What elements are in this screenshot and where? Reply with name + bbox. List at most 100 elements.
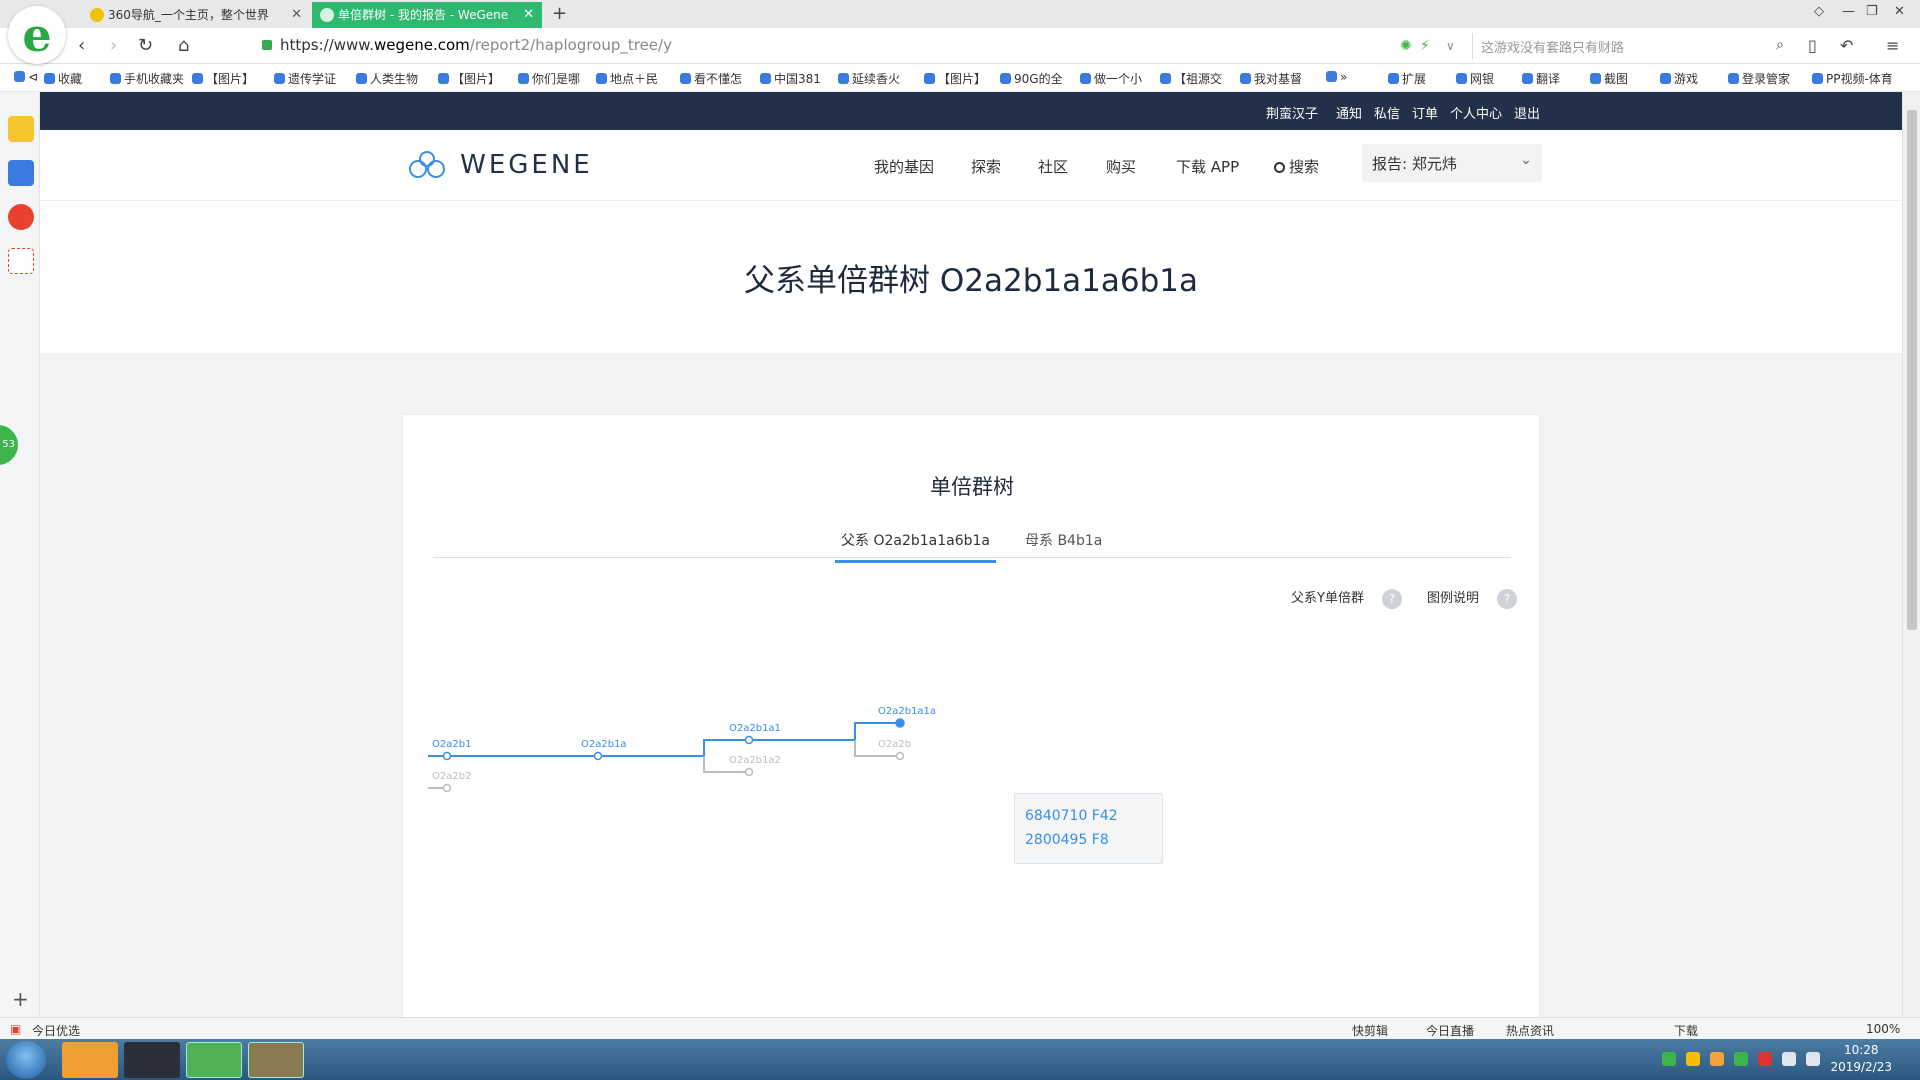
bookmark-item[interactable]: 看不懂怎 [680, 70, 742, 87]
search-input[interactable]: 这游戏没有套路只有财路 ⌕ [1472, 33, 1790, 59]
tree-node[interactable] [744, 735, 754, 745]
bookmark-item[interactable]: 做一个小 [1080, 70, 1142, 87]
skin-icon[interactable]: ◇ [1814, 4, 1824, 19]
bookmark-item[interactable]: 【图片】 [192, 70, 254, 87]
home-icon[interactable]: ⌂ [178, 34, 189, 58]
bookmark-item[interactable]: 【祖源交 [1160, 70, 1222, 87]
chevron-down-icon[interactable]: ∨ [1446, 34, 1455, 58]
login-manager[interactable]: 登录管家 [1728, 70, 1790, 87]
daily-picks-link[interactable]: 今日优选 [32, 1022, 80, 1039]
minimize-icon[interactable]: — [1842, 4, 1855, 19]
search-icon[interactable]: ⌕ [1776, 37, 1784, 53]
tray-alert-icon[interactable] [1758, 1052, 1772, 1066]
undo-icon[interactable]: ↶ [1840, 34, 1853, 58]
bookmark-icon[interactable]: ▯ [1808, 34, 1817, 58]
star-icon[interactable] [8, 116, 34, 142]
nav-download-app[interactable]: 下载 APP [1176, 156, 1239, 177]
tree-node-label[interactable]: O2a2b [878, 739, 911, 750]
tray-volume-icon[interactable] [1806, 1052, 1820, 1066]
tree-node-label[interactable]: O2a2b2 [432, 771, 471, 782]
tree-node-label[interactable]: O2a2b1a1a [878, 706, 936, 717]
notifications-link[interactable]: 通知 [1336, 103, 1362, 122]
username-link[interactable]: 荆蛮汉子 [1266, 103, 1318, 122]
tree-node-label[interactable]: O2a2b1 [432, 739, 471, 750]
side-badge[interactable]: 53 [0, 425, 18, 465]
close-icon[interactable]: ✕ [291, 2, 302, 28]
add-icon[interactable]: + [12, 987, 29, 1011]
tab-wegene-report[interactable]: 单倍群树 - 我的报告 - WeGene ✕ [312, 2, 542, 28]
logout-link[interactable]: 退出 [1514, 103, 1540, 122]
live-link[interactable]: 今日直播 [1426, 1022, 1474, 1039]
bookmark-item[interactable]: 收藏 [44, 70, 82, 87]
close-window-icon[interactable]: ✕ [1894, 4, 1905, 19]
wegene-logo[interactable]: WEGENE [406, 150, 593, 180]
tray-360-icon[interactable] [1662, 1052, 1676, 1066]
bookmark-item[interactable]: 人类生物 [356, 70, 418, 87]
reload-icon[interactable]: ↻ [138, 34, 153, 58]
tab-360-navigation[interactable]: 360导航_一个主页，整个世界 ✕ [82, 2, 310, 28]
tray-network-icon[interactable] [1782, 1052, 1796, 1066]
profile-link[interactable]: 个人中心 [1450, 103, 1502, 122]
bookmark-item[interactable]: 【图片】 [924, 70, 986, 87]
lightning-icon[interactable]: ⚡ [1420, 34, 1430, 58]
close-icon[interactable]: ✕ [523, 2, 534, 28]
bookmark-item[interactable]: 延续香火 [838, 70, 900, 87]
bookmark-item[interactable]: 地点＋民 [596, 70, 658, 87]
bookmark-item[interactable]: 我对基督 [1240, 70, 1302, 87]
sidebar-toggle-icon[interactable]: ⊲ [14, 70, 38, 84]
translate-menu[interactable]: 翻译 [1522, 70, 1560, 87]
bookmark-item[interactable]: 手机收藏夹 [110, 70, 184, 87]
game-launcher-icon[interactable] [124, 1042, 180, 1078]
url-input[interactable]: https://www.wegene.com/report2/haplogrou… [232, 33, 1442, 59]
tree-node-label[interactable]: O2a2b1a1 [729, 723, 781, 734]
bookmark-item[interactable]: 你们是哪 [518, 70, 580, 87]
weibo-icon[interactable] [8, 204, 34, 230]
bookmark-item[interactable]: 中国381 [760, 70, 821, 87]
tree-node[interactable] [593, 751, 603, 761]
banking-menu[interactable]: 网银 [1456, 70, 1494, 87]
nav-community[interactable]: 社区 [1038, 156, 1068, 177]
pp-video-link[interactable]: PP视频-体育 [1812, 70, 1893, 87]
tray-qq-icon[interactable] [1686, 1052, 1700, 1066]
tree-node[interactable] [895, 718, 905, 728]
app-task-icon[interactable] [248, 1042, 304, 1078]
media-player-icon[interactable] [62, 1042, 118, 1078]
tray-shield-icon[interactable] [1734, 1052, 1748, 1066]
browser-logo-icon[interactable]: e [8, 6, 66, 64]
menu-icon[interactable]: ≡ [1886, 34, 1899, 58]
browser-task-icon[interactable] [186, 1042, 242, 1078]
downloads-link[interactable]: 下载 [1674, 1022, 1698, 1039]
more-bookmarks[interactable]: » [1326, 70, 1347, 84]
system-clock[interactable]: 10:28 2019/2/23 [1830, 1042, 1892, 1076]
tree-node[interactable] [442, 751, 452, 761]
quick-clip-link[interactable]: 快剪辑 [1352, 1022, 1388, 1039]
nav-explore[interactable]: 探索 [971, 156, 1001, 177]
new-tab-button[interactable]: + [552, 2, 567, 26]
back-icon[interactable]: ‹ [78, 34, 85, 58]
extensions-menu[interactable]: 扩展 [1388, 70, 1426, 87]
hot-news-link[interactable]: 热点资讯 [1506, 1022, 1554, 1039]
page-scrollbar[interactable] [1902, 92, 1920, 1017]
orders-link[interactable]: 订单 [1412, 103, 1438, 122]
tree-node-label[interactable]: O2a2b1a [581, 739, 627, 750]
tray-app-icon[interactable] [1710, 1052, 1724, 1066]
messages-link[interactable]: 私信 [1374, 103, 1400, 122]
restore-icon[interactable]: ❐ [1866, 4, 1878, 19]
nav-buy[interactable]: 购买 [1106, 156, 1136, 177]
nav-my-genes[interactable]: 我的基因 [874, 156, 934, 177]
nav-search[interactable]: 搜索 [1274, 156, 1319, 177]
screenshot-menu[interactable]: 截图 [1590, 70, 1628, 87]
tree-node[interactable] [895, 751, 905, 761]
mail-icon[interactable] [8, 248, 34, 274]
report-selector[interactable]: 报告: 郑元炜 ⌄ [1362, 144, 1542, 182]
tree-node[interactable] [744, 767, 754, 777]
news-icon[interactable] [8, 160, 34, 186]
url-text[interactable]: https://www.wegene.com/report2/haplogrou… [280, 36, 672, 54]
start-icon[interactable] [6, 1041, 46, 1079]
zoom-level[interactable]: 100% [1866, 1022, 1900, 1036]
accelerate-icon[interactable]: ✺ [1400, 34, 1412, 58]
tree-node-label[interactable]: O2a2b1a2 [729, 755, 781, 766]
tree-node[interactable] [442, 783, 452, 793]
bookmark-item[interactable]: 【图片】 [438, 70, 500, 87]
bookmark-item[interactable]: 90G的全 [1000, 70, 1063, 87]
